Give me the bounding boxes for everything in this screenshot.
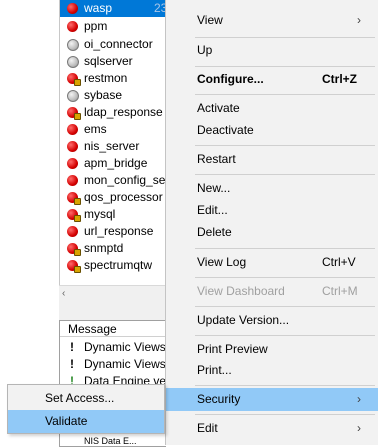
menu-item-print-preview[interactable]: Print Preview	[166, 338, 378, 361]
message-text: Dynamic Views	[84, 340, 166, 354]
probe-row-restmon[interactable]: restmon	[60, 70, 166, 87]
menu-item-up[interactable]: Up	[166, 39, 378, 62]
menu-separator	[195, 145, 375, 146]
menu-item-deactivate[interactable]: Deactivate	[166, 119, 378, 142]
probe-label: sqlserver	[84, 54, 133, 68]
probe-row-ldap-response[interactable]: ldap_response	[60, 104, 166, 121]
menu-item-new[interactable]: New...	[166, 177, 378, 200]
menu-separator	[195, 277, 375, 278]
red-lock-status-icon	[67, 73, 81, 86]
red-status-icon	[67, 175, 78, 186]
pane-splitter[interactable]	[59, 302, 165, 320]
menu-item-restart[interactable]: Restart	[166, 148, 378, 171]
menu-item-view-log[interactable]: View Log Ctrl+V	[166, 251, 378, 274]
probe-label: restmon	[84, 71, 128, 85]
menu-item-security[interactable]: Security ›	[166, 388, 378, 411]
menu-separator	[195, 94, 375, 95]
gray-status-icon	[67, 56, 79, 68]
probe-row-sqlserver[interactable]: sqlserver	[60, 53, 166, 70]
probe-label: mysql	[84, 207, 116, 221]
chevron-right-icon: ›	[357, 421, 361, 435]
red-lock-status-icon	[67, 260, 81, 273]
red-status-icon	[67, 158, 78, 169]
probe-label: apm_bridge	[84, 156, 148, 170]
menu-item-print[interactable]: Print...	[166, 359, 378, 382]
menu-item-view[interactable]: View ›	[166, 9, 378, 32]
submenu-item-set-access[interactable]: Set Access...	[8, 387, 164, 410]
red-status-icon	[67, 124, 78, 135]
menu-separator	[195, 335, 375, 336]
warning-icon: !	[70, 340, 74, 354]
probe-row-mon-config-se[interactable]: mon_config_se	[60, 172, 166, 189]
probe-label: url_response	[84, 224, 154, 238]
red-lock-status-icon	[67, 243, 81, 256]
probe-label: ppm	[84, 19, 108, 33]
menu-item-activate[interactable]: Activate	[166, 97, 378, 120]
menu-separator	[195, 37, 375, 38]
probe-row-nis-server[interactable]: nis_server	[60, 138, 166, 155]
submenu-item-validate[interactable]: Validate	[8, 410, 164, 433]
probe-label: spectrumqtw	[84, 258, 153, 272]
probe-label: mon_config_se	[84, 173, 166, 187]
chevron-right-icon: ›	[357, 392, 361, 406]
menu-separator	[195, 66, 375, 67]
gray-status-icon	[67, 39, 79, 51]
menu-separator	[195, 248, 375, 249]
menu-item-delete[interactable]: Delete	[166, 221, 378, 244]
probe-row-sybase[interactable]: sybase	[60, 87, 166, 104]
message-text: Dynamic Views	[84, 357, 166, 371]
probe-list[interactable]: wasp 23 4 2 ppm oi_connector sqlserver r…	[59, 0, 166, 285]
probe-label: snmptd	[84, 241, 124, 255]
probe-label: ldap_response	[84, 105, 163, 119]
probe-label: sybase	[84, 88, 123, 102]
probe-label: nis_server	[84, 139, 140, 153]
probe-label: qos_processor	[84, 190, 163, 204]
message-column-header[interactable]: Message	[60, 321, 166, 337]
menu-item-configure[interactable]: Configure... Ctrl+Z	[166, 68, 378, 91]
gray-status-icon	[67, 90, 79, 102]
menu-shortcut: Ctrl+V	[322, 255, 356, 269]
probe-row-ppm[interactable]: ppm	[60, 18, 166, 35]
probe-label: ems	[84, 122, 107, 136]
warning-icon: !	[70, 357, 74, 371]
red-status-icon	[67, 21, 78, 32]
menu-separator	[195, 385, 375, 386]
menu-item-view-dashboard: View Dashboard Ctrl+M	[166, 280, 378, 303]
red-status-icon	[67, 3, 78, 14]
security-submenu: Set Access... Validate	[7, 384, 165, 434]
left-panel-strip	[0, 0, 58, 445]
probe-row-url-response[interactable]: url_response	[60, 223, 166, 240]
message-row[interactable]: ! Dynamic Views	[60, 356, 166, 373]
probe-label: wasp	[84, 1, 113, 15]
menu-item-edit-dialog[interactable]: Edit...	[166, 199, 378, 222]
probe-row-apm-bridge[interactable]: apm_bridge	[60, 155, 166, 172]
probe-label: oi_connector	[84, 37, 153, 51]
probe-row-mysql[interactable]: mysql	[60, 206, 166, 223]
menu-shortcut: Ctrl+Z	[322, 72, 358, 86]
menu-shortcut: Ctrl+M	[322, 284, 358, 298]
chevron-right-icon: ›	[357, 13, 361, 27]
red-lock-status-icon	[67, 209, 81, 222]
menu-separator	[195, 414, 375, 415]
probe-row-qos-processor[interactable]: qos_processor	[60, 189, 166, 206]
menu-separator	[195, 174, 375, 175]
scroll-left-icon[interactable]: ‹	[62, 288, 65, 299]
red-lock-status-icon	[67, 107, 81, 120]
probe-row-ems[interactable]: ems	[60, 121, 166, 138]
message-row[interactable]: ! Dynamic Views	[60, 339, 166, 356]
probe-row-snmptd[interactable]: snmptd	[60, 240, 166, 257]
probe-row-spectrumqtw[interactable]: spectrumqtw	[60, 257, 166, 274]
horizontal-scrollbar[interactable]: ‹	[59, 285, 165, 302]
menu-item-update-version[interactable]: Update Version...	[166, 309, 378, 332]
probe-row-oi-connector[interactable]: oi_connector	[60, 36, 166, 53]
red-status-icon	[67, 141, 78, 152]
red-lock-status-icon	[67, 192, 81, 205]
menu-item-edit[interactable]: Edit ›	[166, 417, 378, 440]
red-status-icon	[67, 226, 78, 237]
context-menu: View › Up Configure... Ctrl+Z Activate D…	[165, 0, 378, 445]
probe-row-wasp[interactable]: wasp 23 4 2	[60, 0, 166, 17]
menu-separator	[195, 306, 375, 307]
